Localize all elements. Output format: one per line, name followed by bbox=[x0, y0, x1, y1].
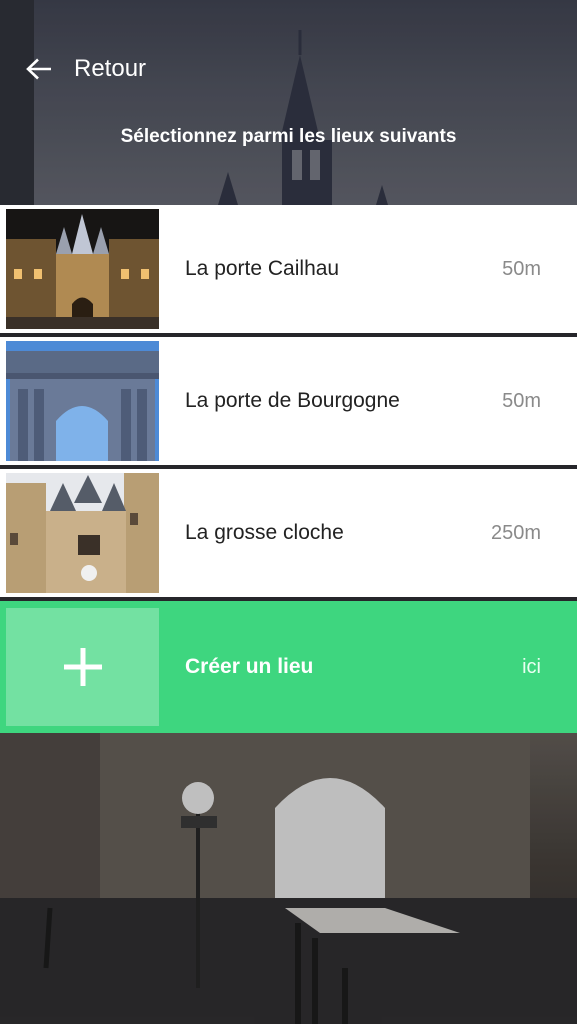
grosse-cloche-photo bbox=[6, 473, 159, 593]
create-place-label: Créer un lieu bbox=[185, 655, 314, 678]
porte-bourgogne-photo bbox=[6, 341, 159, 461]
create-place-location: ici bbox=[522, 656, 541, 678]
place-item-porte-cailhau[interactable]: La porte Cailhau 50m bbox=[0, 205, 577, 333]
places-list: La porte Cailhau 50m La porte de Bourgog… bbox=[0, 205, 577, 733]
place-name: La porte Cailhau bbox=[185, 257, 340, 280]
place-distance: 50m bbox=[502, 258, 541, 280]
header: Retour Sélectionnez parmi les lieux suiv… bbox=[0, 0, 577, 205]
place-name: La porte de Bourgogne bbox=[185, 389, 400, 412]
plus-icon bbox=[63, 648, 102, 686]
porte-cailhau-photo bbox=[6, 209, 159, 329]
page-subtitle: Sélectionnez parmi les lieux suivants bbox=[120, 126, 457, 147]
back-button[interactable]: Retour bbox=[26, 52, 146, 86]
create-place-button[interactable]: Créer un lieu ici bbox=[0, 601, 577, 733]
place-distance: 50m bbox=[502, 390, 541, 412]
back-button-label: Retour bbox=[74, 55, 147, 82]
plus-icon-box bbox=[6, 608, 159, 726]
back-arrow-icon bbox=[26, 58, 51, 80]
place-name: La grosse cloche bbox=[185, 521, 344, 544]
place-item-porte-bourgogne[interactable]: La porte de Bourgogne 50m bbox=[0, 337, 577, 465]
place-item-grosse-cloche[interactable]: La grosse cloche 250m bbox=[0, 469, 577, 597]
place-distance: 250m bbox=[490, 522, 541, 544]
